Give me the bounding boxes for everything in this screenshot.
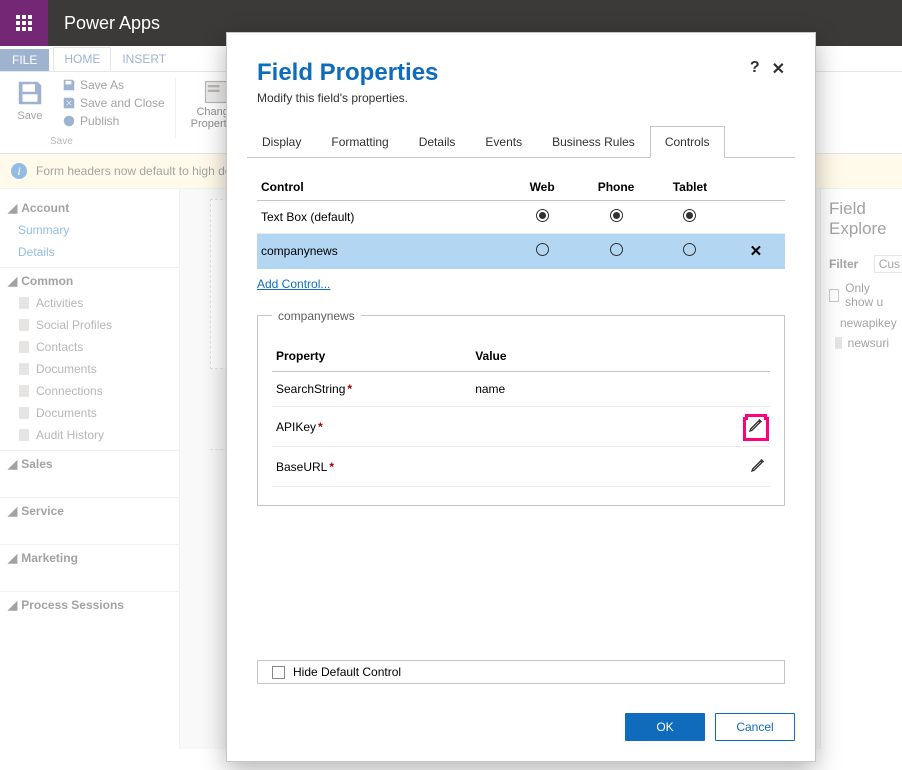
th-value: Value (471, 341, 710, 372)
th-control: Control (257, 174, 505, 201)
app-title: Power Apps (64, 13, 160, 34)
th-tablet: Tablet (653, 174, 727, 201)
th-web: Web (505, 174, 579, 201)
radio-phone-textbox[interactable] (610, 209, 623, 222)
tab-controls[interactable]: Controls (650, 126, 725, 158)
field-properties-dialog: Field Properties Modify this field's pro… (226, 32, 816, 762)
help-icon[interactable]: ? (750, 59, 760, 79)
radio-tablet-textbox[interactable] (683, 209, 696, 222)
dialog-subtitle: Modify this field's properties. (257, 91, 438, 105)
control-companynews-row[interactable]: companynews ✕ (257, 234, 785, 269)
tab-formatting[interactable]: Formatting (316, 126, 403, 158)
radio-web-companynews[interactable] (536, 243, 549, 256)
tab-display[interactable]: Display (247, 126, 316, 158)
radio-tablet-companynews[interactable] (683, 243, 696, 256)
edit-baseurl-button[interactable] (750, 462, 766, 476)
tab-details[interactable]: Details (404, 126, 471, 158)
th-property: Property (272, 341, 471, 372)
tab-business-rules[interactable]: Business Rules (537, 126, 650, 158)
add-control-link[interactable]: Add Control... (257, 277, 330, 291)
tab-events[interactable]: Events (470, 126, 537, 158)
radio-web-textbox[interactable] (536, 209, 549, 222)
pencil-icon (750, 457, 766, 473)
pencil-icon (748, 417, 764, 433)
prop-baseurl-row[interactable]: BaseURL* (272, 447, 770, 487)
fieldset-legend: companynews (272, 309, 361, 323)
waffle-icon (16, 15, 32, 31)
edit-apikey-button[interactable] (746, 420, 766, 438)
prop-searchstring-row[interactable]: SearchString* name (272, 372, 770, 407)
dialog-title: Field Properties (257, 59, 438, 87)
radio-phone-companynews[interactable] (610, 243, 623, 256)
required-indicator: * (318, 420, 323, 434)
required-indicator: * (329, 460, 334, 474)
close-icon[interactable]: ✕ (772, 59, 785, 79)
app-launcher-button[interactable] (0, 0, 48, 46)
cancel-button[interactable]: Cancel (715, 713, 795, 741)
hide-default-checkbox[interactable] (272, 666, 285, 679)
ok-button[interactable]: OK (625, 713, 705, 741)
required-indicator: * (347, 382, 352, 396)
th-phone: Phone (579, 174, 653, 201)
control-textbox-row[interactable]: Text Box (default) (257, 201, 785, 234)
prop-apikey-row[interactable]: APIKey* (272, 407, 770, 447)
delete-control-icon[interactable]: ✕ (750, 243, 763, 260)
hide-default-label: Hide Default Control (293, 665, 401, 679)
